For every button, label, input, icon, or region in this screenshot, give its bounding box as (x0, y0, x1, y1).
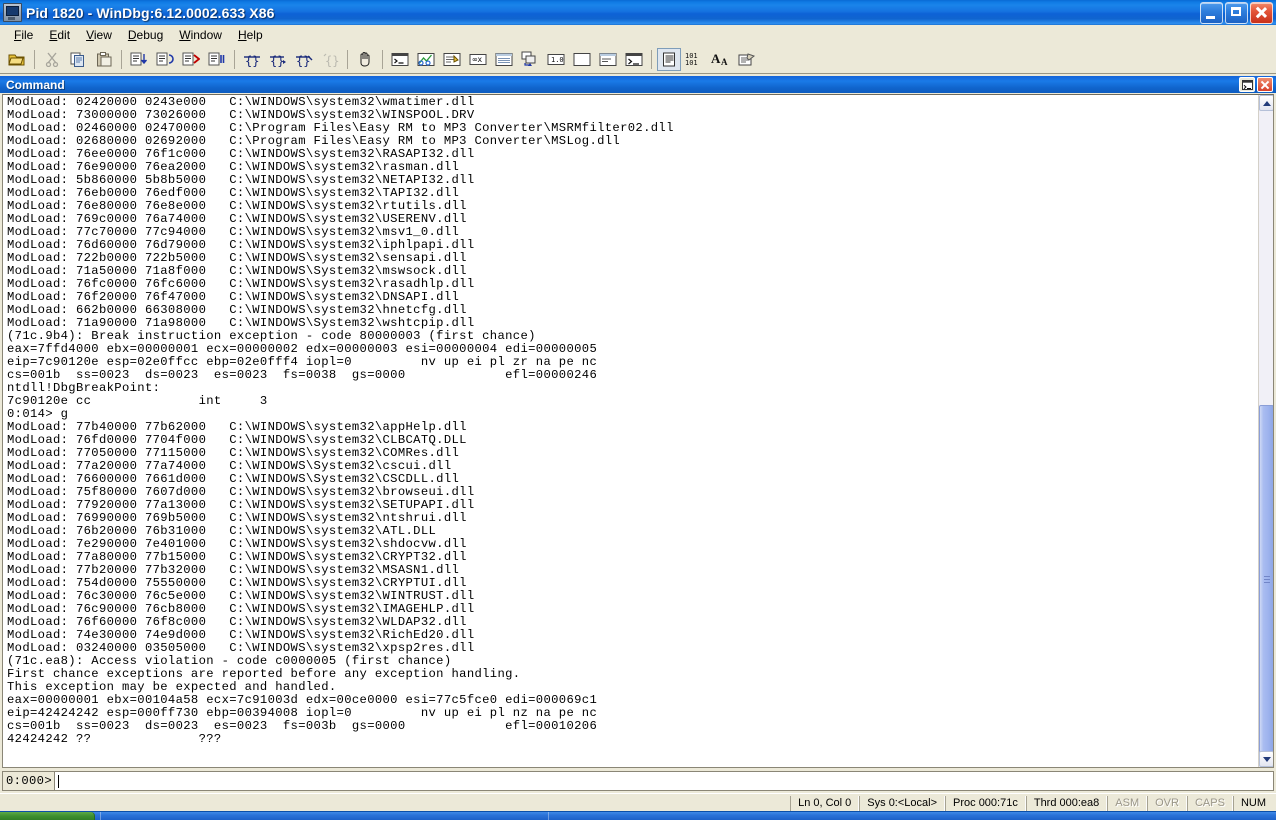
menu-item-file[interactable]: FFileile (6, 26, 41, 44)
command-window-title: Command (6, 78, 65, 92)
status-pane-ln-0-col-0: Ln 0, Col 0 (790, 796, 859, 811)
windbg-window: Pid 1820 - WinDbg:6.12.0002.633 X86 FFil… (0, 0, 1276, 820)
command-prompt-row: 0:000> (2, 771, 1274, 791)
copy-icon[interactable] (66, 48, 90, 71)
breakpoint-insert-icon[interactable]: {} (240, 48, 264, 71)
windows-taskbar[interactable] (0, 811, 1276, 820)
command-input[interactable] (54, 771, 1274, 791)
close-button[interactable] (1250, 2, 1273, 24)
menu-bar: FFileile Edit View Debug Window Help (0, 25, 1276, 45)
processes-threads-icon[interactable] (596, 48, 620, 71)
text-caret (58, 775, 59, 788)
toolbar-separator (121, 50, 122, 69)
watch-window-icon[interactable] (414, 48, 438, 71)
disassembly-window-icon[interactable]: 1.0 (544, 48, 568, 71)
command-window-controls (1239, 77, 1273, 92)
status-pane-sys-0-local: Sys 0:<Local> (859, 796, 945, 811)
svg-text:A: A (711, 51, 721, 66)
breakpoint-clear-icon[interactable]: {} (292, 48, 316, 71)
open-executable-icon[interactable] (5, 48, 29, 71)
status-pane-asm: ASM (1107, 796, 1147, 811)
console-line: cs=001b ss=0023 ds=0023 es=0023 fs=0038 … (7, 369, 1258, 382)
console-line: 7c90120e cc int 3 (7, 395, 1258, 408)
line-numbers-icon[interactable]: 101 101 (683, 48, 707, 71)
svg-text:1.0: 1.0 (551, 56, 564, 64)
status-pane-ovr: OVR (1147, 796, 1187, 811)
toolbar-separator (651, 50, 652, 69)
status-pane-caps: CAPS (1187, 796, 1233, 811)
command-window-icon[interactable] (388, 48, 412, 71)
console-line: 42424242 ?? ??? (7, 733, 1258, 746)
windbg-app-icon (3, 3, 22, 22)
minimize-button[interactable] (1200, 2, 1223, 24)
toolbar-separator (347, 50, 348, 69)
step-over-icon[interactable] (153, 48, 177, 71)
toolbar-separator (34, 50, 35, 69)
maximize-restore-button[interactable] (1225, 2, 1248, 24)
cut-icon[interactable] (40, 48, 64, 71)
window-controls (1200, 2, 1273, 24)
svg-text:{}: {} (245, 54, 259, 67)
mdi-client-area: Command ModLoad: 02420000 0243e000 C:\WI… (0, 74, 1276, 793)
breakpoint-list-icon[interactable]: {} (318, 48, 342, 71)
scroll-up-arrow[interactable] (1259, 95, 1274, 111)
options-icon[interactable] (735, 48, 759, 71)
toolbar-separator (382, 50, 383, 69)
run-to-cursor-icon[interactable] (205, 48, 229, 71)
command-close-icon[interactable] (1257, 77, 1273, 92)
svg-text:A: A (721, 57, 728, 67)
taskbar-divider (548, 812, 549, 820)
break-hand-icon[interactable] (353, 48, 377, 71)
prompt-label: 0:000> (2, 771, 54, 791)
command-window-titlebar[interactable]: Command (0, 76, 1276, 93)
scroll-thumb[interactable] (1259, 405, 1274, 755)
menu-item-edit[interactable]: Edit (41, 26, 78, 44)
status-bar: Ln 0, Col 0Sys 0:<Local>Proc 000:71cThrd… (0, 793, 1276, 812)
status-pane-thrd-000-ea8: Thrd 000:ea8 (1026, 796, 1107, 811)
call-stack-window-icon[interactable] (518, 48, 542, 71)
source-mode-icon[interactable] (657, 48, 681, 71)
step-into-icon[interactable] (127, 48, 151, 71)
taskbar-divider (100, 812, 101, 820)
svg-text:101: 101 (685, 59, 698, 67)
command-window: Command ModLoad: 02420000 0243e000 C:\WI… (0, 74, 1276, 793)
menu-item-view[interactable]: View (78, 26, 120, 44)
step-out-icon[interactable] (179, 48, 203, 71)
toolbar-separator (234, 50, 235, 69)
svg-text:{}: {} (325, 54, 339, 67)
start-button[interactable] (0, 812, 95, 820)
font-icon[interactable]: A A (709, 48, 733, 71)
registers-window-icon[interactable]: ∞x (466, 48, 490, 71)
scratch-pad-icon[interactable] (570, 48, 594, 71)
svg-text:{}: {} (270, 54, 284, 67)
command-browser-icon[interactable] (622, 48, 646, 71)
console-vertical-scrollbar[interactable] (1258, 95, 1273, 767)
menu-item-debug[interactable]: Debug (120, 26, 171, 44)
status-pane-num: NUM (1233, 796, 1276, 811)
status-pane-proc-000-71c: Proc 000:71c (945, 796, 1026, 811)
window-title: Pid 1820 - WinDbg:6.12.0002.633 X86 (26, 5, 275, 21)
toolbar: {} {} {} {} (0, 45, 1276, 74)
memory-window-icon[interactable] (492, 48, 516, 71)
scroll-down-arrow[interactable] (1259, 751, 1274, 767)
breakpoint-disable-icon[interactable]: {} (266, 48, 290, 71)
console-output-area[interactable]: ModLoad: 02420000 0243e000 C:\WINDOWS\sy… (2, 94, 1274, 768)
locals-window-icon[interactable] (440, 48, 464, 71)
svg-text:∞x: ∞x (473, 55, 483, 64)
console-text: ModLoad: 02420000 0243e000 C:\WINDOWS\sy… (3, 95, 1258, 767)
command-restore-icon[interactable] (1239, 77, 1255, 92)
paste-icon[interactable] (92, 48, 116, 71)
menu-item-window[interactable]: Window (171, 26, 230, 44)
title-bar[interactable]: Pid 1820 - WinDbg:6.12.0002.633 X86 (0, 0, 1276, 25)
menu-item-help[interactable]: Help (230, 26, 271, 44)
